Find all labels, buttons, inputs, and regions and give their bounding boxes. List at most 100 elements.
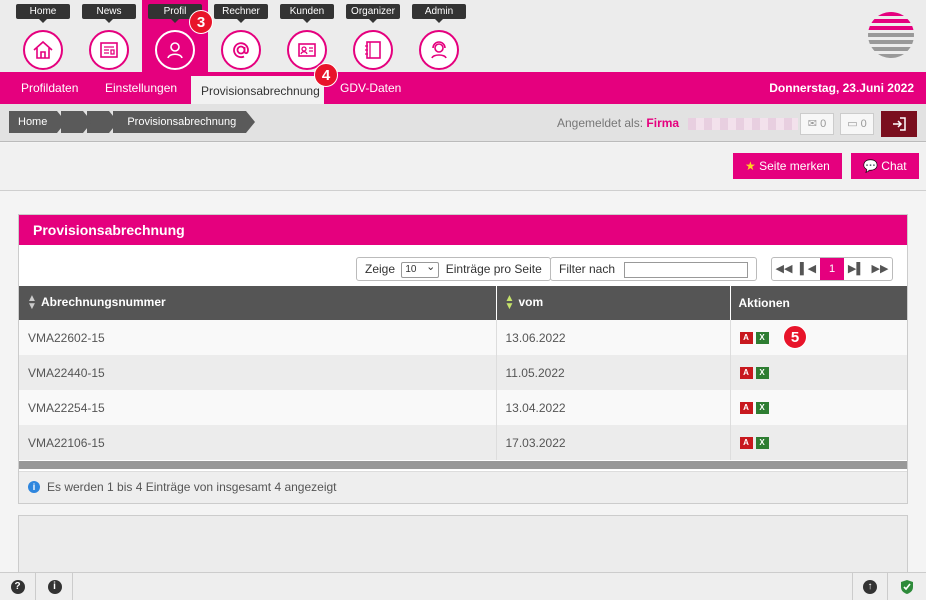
messages-count: 0 [820, 118, 827, 130]
star-icon: ★ [745, 159, 756, 173]
nav-home-label: Home [16, 4, 70, 23]
nav-kunden[interactable]: Kunden [274, 0, 340, 72]
first-page-icon[interactable]: ◀◀ [772, 258, 796, 280]
column-label: vom [518, 295, 544, 310]
breadcrumb: Home Provisionsabrechnung [9, 111, 256, 133]
next-page-icon[interactable]: ▶▌ [844, 258, 868, 280]
question-icon: ? [10, 580, 25, 594]
row-date: 13.06.2022 [496, 320, 731, 355]
bookmark-label: Seite merken [759, 159, 830, 173]
sort-icon: ▲ ▼ [27, 293, 37, 312]
pdf-icon[interactable]: A [739, 402, 753, 415]
action-bar: ★ Seite merken 💬 Chat [0, 143, 926, 191]
chat-count-button[interactable]: ▭ 0 [840, 113, 874, 135]
messages-button[interactable]: ✉ 0 [800, 113, 834, 135]
column-label: Aktionen [738, 296, 790, 310]
row-number: VMA22254-15 [19, 390, 497, 425]
bottom-toolbar: ? i ↑ [0, 572, 926, 600]
chat-button[interactable]: 💬 Chat [851, 153, 919, 179]
excel-icon[interactable]: X [755, 437, 769, 450]
table-row: VMA22106-15 17.03.2022 AX [19, 425, 907, 460]
breadcrumb-bar: Home Provisionsabrechnung Angemeldet als… [0, 104, 926, 142]
table-footer-bar [19, 461, 907, 469]
prev-page-icon[interactable]: ▌◀ [796, 258, 820, 280]
column-vom[interactable]: ▲ ▼ vom [496, 286, 731, 320]
excel-icon[interactable]: X [755, 367, 769, 380]
column-aktionen: Aktionen [730, 286, 907, 320]
last-page-icon[interactable]: ▶▶ [868, 258, 892, 280]
filter-input[interactable] [624, 261, 749, 278]
bookmark-page-button[interactable]: ★ Seite merken [733, 153, 842, 179]
chat-count: 0 [860, 118, 867, 130]
row-date: 17.03.2022 [496, 425, 731, 460]
help-button[interactable]: ? [0, 573, 36, 600]
nav-news-label: News [82, 4, 136, 23]
panel-title: Provisionsabrechnung [19, 215, 907, 245]
nav-admin[interactable]: Admin [406, 0, 472, 72]
excel-icon[interactable]: X [755, 332, 769, 345]
nav-kunden-label: Kunden [280, 4, 334, 23]
current-date: Donnerstag, 23.Juni 2022 [769, 81, 914, 95]
nav-rechner-label: Rechner [214, 4, 268, 23]
annotation-badge-3: 3 [189, 10, 213, 34]
row-actions: AX [730, 355, 907, 390]
show-suffix: Einträge pro Seite [445, 262, 542, 276]
column-abrechnungsnummer[interactable]: ▲ ▼ Abrechnungsnummer [19, 286, 497, 320]
row-date: 13.04.2022 [496, 390, 731, 425]
pdf-icon[interactable]: A [739, 367, 753, 380]
tab-profildaten[interactable]: Profildaten [21, 72, 78, 104]
scroll-top-button[interactable]: ↑ [852, 573, 888, 600]
nav-organizer[interactable]: Organizer [340, 0, 406, 72]
table-info: i Es werden 1 bis 4 Einträge von insgesa… [19, 471, 907, 503]
shield-check-icon [901, 580, 913, 594]
newspaper-icon [89, 30, 129, 70]
info-button[interactable]: i [37, 573, 73, 600]
table-row: VMA22602-15 13.06.2022 AX [19, 320, 907, 355]
page-size-control: Zeige 10 Einträge pro Seite [356, 257, 551, 281]
pdf-icon[interactable]: A [739, 332, 753, 345]
logout-button[interactable] [881, 111, 917, 137]
sort-icon: ▲ ▼ [504, 293, 515, 312]
page-size-select[interactable]: 10 [401, 260, 440, 278]
logged-in-company: Firma [646, 116, 680, 130]
security-button[interactable] [889, 573, 925, 600]
pagination: ◀◀ ▌◀ 1 ▶▌ ▶▶ [771, 257, 893, 281]
tab-provisionsabrechnung[interactable]: Provisionsabrechnung [191, 76, 324, 104]
table-header-row: ▲ ▼ Abrechnungsnummer ▲ ▼ vom Aktionen [19, 286, 907, 320]
top-navigation: Home News Profil Rechner Kunden Organize… [0, 0, 926, 72]
logged-in-info: Angemeldet als: Firma [557, 116, 799, 130]
current-page[interactable]: 1 [820, 258, 844, 280]
person-icon [155, 30, 195, 70]
row-actions: AX [730, 320, 907, 355]
company-logo [868, 12, 914, 58]
house-icon [23, 30, 63, 70]
excel-icon[interactable]: X [755, 402, 769, 415]
pdf-icon[interactable]: A [739, 437, 753, 450]
provision-panel: Provisionsabrechnung Zeige 10 Einträge p… [18, 214, 908, 504]
nav-rechner[interactable]: Rechner [208, 0, 274, 72]
empty-panel [18, 515, 908, 575]
row-number: VMA22602-15 [19, 320, 497, 355]
info-circle-icon: i [47, 580, 62, 594]
row-actions: AX [730, 425, 907, 460]
notebook-icon [353, 30, 393, 70]
profile-subnav: Profildaten Einstellungen Provisionsabre… [0, 72, 926, 104]
annotation-badge-5: 5 [783, 325, 807, 349]
annotation-badge-4: 4 [314, 63, 338, 87]
show-prefix: Zeige [365, 262, 396, 276]
at-icon [221, 30, 261, 70]
tab-einstellungen[interactable]: Einstellungen [105, 72, 177, 104]
headset-user-icon [419, 30, 459, 70]
nav-admin-label: Admin [412, 4, 466, 23]
nav-organizer-label: Organizer [346, 4, 400, 23]
provision-table: ▲ ▼ Abrechnungsnummer ▲ ▼ vom Aktionen VMA22… [19, 286, 907, 460]
nav-news[interactable]: News [76, 0, 142, 72]
nav-home[interactable]: Home [10, 0, 76, 72]
logout-icon [893, 117, 906, 131]
filter-label: Filter nach [559, 262, 616, 276]
breadcrumb-current: Provisionsabrechnung [113, 111, 256, 133]
tab-gdv-daten[interactable]: GDV-Daten [340, 72, 401, 104]
table-row: VMA22254-15 13.04.2022 AX [19, 390, 907, 425]
table-row: VMA22440-15 11.05.2022 AX [19, 355, 907, 390]
breadcrumb-home[interactable]: Home [9, 111, 67, 133]
